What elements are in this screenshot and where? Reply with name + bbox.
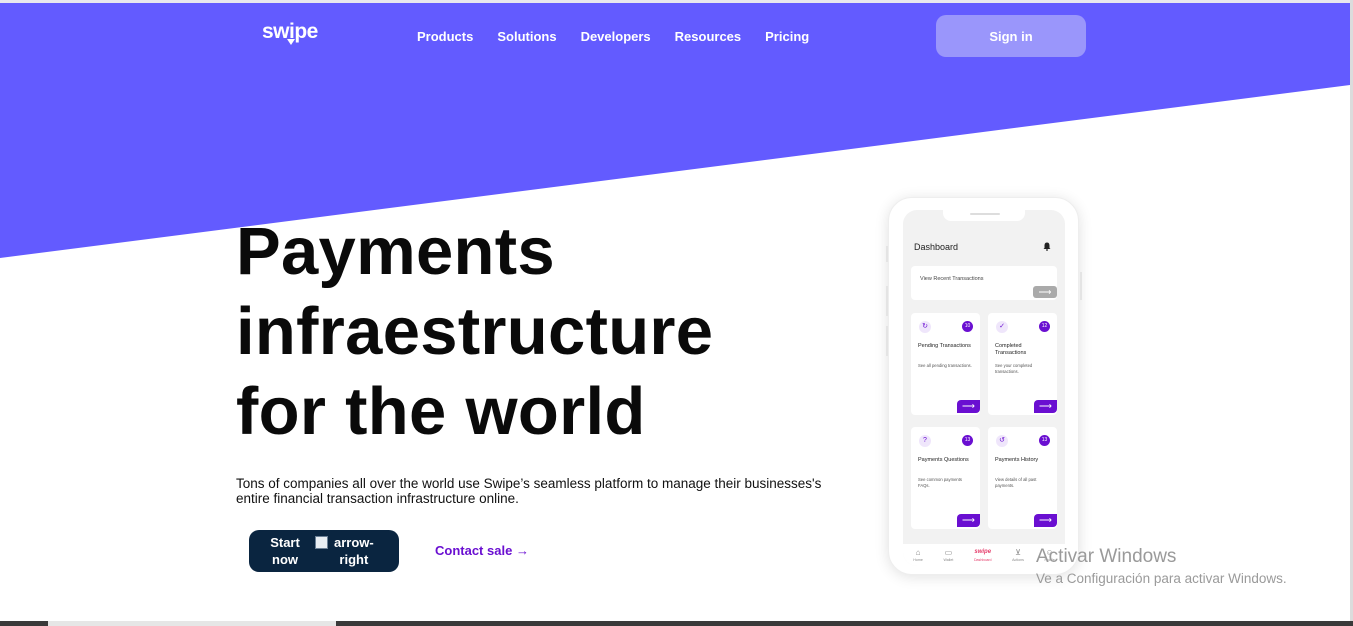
hero-title: Payments infraestructure for the world bbox=[236, 212, 836, 452]
wallet-icon: ▭ bbox=[944, 548, 953, 557]
questions-count-badge: 13 bbox=[962, 435, 973, 446]
main-nav: Products Solutions Developers Resources … bbox=[417, 29, 809, 44]
arrow-right-icon: ⟶ bbox=[957, 514, 980, 527]
broken-arrow-image: arrow- right bbox=[315, 534, 385, 568]
card-title: Payments Questions bbox=[918, 457, 969, 463]
tab-label: Home bbox=[913, 558, 923, 562]
tab-home: ⌂ Home bbox=[913, 548, 923, 562]
broken-image-icon bbox=[315, 536, 328, 549]
hero-title-line-3: for the world bbox=[236, 374, 646, 449]
cart-icon: ⊻ bbox=[1015, 548, 1021, 557]
start-now-label: Start now bbox=[263, 534, 307, 568]
hero-title-line-2: infraestructure bbox=[236, 294, 714, 369]
contact-sales-link[interactable]: Contact sale → bbox=[435, 543, 529, 558]
tab-label: Actions bbox=[1012, 558, 1024, 562]
card-payments-history: ↺ 13 Payments History View details of al… bbox=[988, 427, 1057, 529]
bell-icon bbox=[1043, 242, 1051, 251]
phone-side-button bbox=[886, 246, 888, 262]
tab-actions: ⊻ Actions bbox=[1012, 548, 1024, 562]
tab-dashboard: swipe Dashboard bbox=[974, 548, 992, 562]
refresh-icon: ↻ bbox=[919, 321, 931, 333]
card-title: Payments History bbox=[995, 457, 1039, 463]
hero-subtitle: Tons of companies all over the world use… bbox=[236, 476, 822, 506]
arrow-right-icon: ⟶ bbox=[1033, 286, 1057, 298]
start-now-button[interactable]: Start now arrow- right bbox=[249, 530, 399, 572]
nav-developers[interactable]: Developers bbox=[581, 29, 651, 44]
start-label-line-1: Start bbox=[270, 535, 300, 550]
dashboard-title: Dashboard bbox=[914, 242, 959, 252]
history-count-badge: 13 bbox=[1039, 435, 1050, 446]
tab-wallet: ▭ Wallet bbox=[943, 548, 953, 562]
tab-label: Wallet bbox=[943, 558, 954, 562]
card-title: Completed Transactions bbox=[995, 343, 1027, 356]
card-completed-transactions: ✓ 12 Completed Transactions See your com… bbox=[988, 313, 1057, 415]
card-desc: See your completed transactions. bbox=[995, 363, 1033, 374]
tab-label: Dashboard bbox=[973, 558, 992, 562]
phone-volume-up bbox=[886, 286, 888, 316]
pending-count-badge: 10 bbox=[962, 321, 973, 332]
arrow-right-icon: ⟶ bbox=[957, 400, 980, 413]
card-title: Pending Transactions bbox=[918, 343, 971, 349]
question-icon: ? bbox=[919, 435, 931, 447]
phone-screen: Dashboard View Recent Transactions ⟶ ↻ 1… bbox=[903, 210, 1065, 566]
phone-volume-down bbox=[886, 326, 888, 356]
swipe-mini-logo: swipe bbox=[974, 549, 992, 555]
logo-drop-icon bbox=[287, 39, 295, 45]
nav-resources[interactable]: Resources bbox=[675, 29, 741, 44]
sign-in-button[interactable]: Sign in bbox=[936, 15, 1086, 57]
card-pending-transactions: ↻ 10 Pending Transactions See all pendin… bbox=[911, 313, 980, 415]
alt-line-2: right bbox=[339, 552, 369, 567]
nav-pricing[interactable]: Pricing bbox=[765, 29, 809, 44]
contact-label: Contact sale bbox=[435, 543, 513, 558]
completed-count-badge: 12 bbox=[1039, 321, 1050, 332]
check-icon: ✓ bbox=[996, 321, 1008, 333]
arrow-right-icon: ⟶ bbox=[1034, 400, 1057, 413]
alt-line-1: arrow- bbox=[334, 535, 374, 550]
card-desc: See common payments FAQs. bbox=[918, 477, 962, 488]
watermark-subtitle: Ve a Configuración para activar Windows. bbox=[1036, 571, 1287, 586]
windows-activation-watermark: Activar Windows Ve a Configuración para … bbox=[1036, 546, 1287, 588]
nav-solutions[interactable]: Solutions bbox=[497, 29, 556, 44]
history-icon: ↺ bbox=[996, 435, 1008, 447]
recent-transactions-label: View Recent Transactions bbox=[920, 276, 984, 282]
phone-notch bbox=[943, 210, 1025, 221]
arrow-right-icon: → bbox=[515, 543, 529, 558]
taskbar-segment bbox=[48, 621, 336, 626]
recent-transactions-card: View Recent Transactions ⟶ bbox=[911, 266, 1057, 300]
start-label-line-2: now bbox=[272, 552, 298, 567]
hero-title-line-1: Payments bbox=[236, 214, 555, 289]
arrow-right-icon: ⟶ bbox=[1034, 514, 1057, 527]
watermark-title: Activar Windows bbox=[1036, 546, 1177, 567]
taskbar-strip bbox=[0, 621, 1353, 626]
card-desc: See all pending transactions. bbox=[918, 363, 972, 368]
card-payments-questions: ? 13 Payments Questions See common payme… bbox=[911, 427, 980, 529]
broken-image-alt: arrow- right bbox=[334, 534, 374, 568]
swipe-logo[interactable]: swipe bbox=[262, 20, 318, 45]
phone-power-button bbox=[1080, 272, 1082, 300]
phone-mockup: Dashboard View Recent Transactions ⟶ ↻ 1… bbox=[886, 197, 1082, 575]
home-icon: ⌂ bbox=[915, 548, 921, 557]
card-desc: View details of all past payments. bbox=[995, 477, 1037, 488]
nav-products[interactable]: Products bbox=[417, 29, 473, 44]
